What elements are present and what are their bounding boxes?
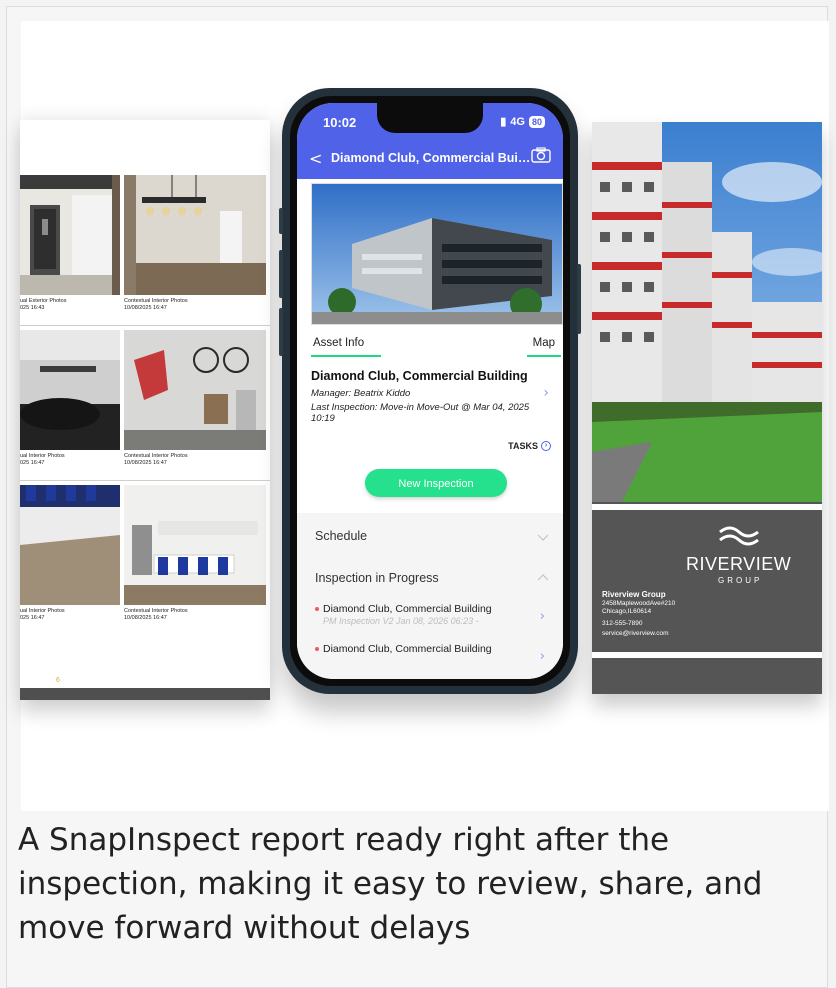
asset-tabs: Asset Info Map [311,335,561,357]
phone-bezel: 10:02 ▮ 4G 80 < Diamond Club, Commercial… [290,96,570,686]
phone-side-button [279,308,283,356]
report-photo-caption: ual Interior Photos 025 16:47 [20,608,65,621]
status-dot [315,607,319,611]
address-line-2: Chicago,IL60614 [602,608,652,615]
tab-underline [311,355,381,357]
item-subtitle: PM Inspection V2 Jan 08, 2026 06:23 - [323,616,479,626]
item-title: Diamond Club, Commercial Building [323,643,492,655]
report-photo-caption: Contextual Interior Photos 10/08/2025 16:… [124,453,188,466]
report-photo-interior-5 [124,485,266,605]
status-indicators: ▮ 4G 80 [500,115,545,128]
asset-name: Diamond Club, Commercial Building [311,369,528,383]
camera-icon[interactable] [531,147,551,163]
report-page-number: 6 [56,677,60,684]
in-progress-section[interactable]: Inspection in Progress [315,571,439,585]
phone-side-button [279,208,283,234]
tab-map[interactable]: Map [533,337,555,349]
phone-screen: 10:02 ▮ 4G 80 < Diamond Club, Commercial… [297,103,563,679]
chevron-right-icon[interactable]: › [543,385,549,401]
asset-manager: Manager: Beatrix Kiddo [311,388,411,399]
report-photo-caption: ual Exterior Photos 025 16:43 [20,298,67,311]
tasks-label: TASKS [508,441,538,451]
report-page: ual Exterior Photos 025 16:43 Contextual … [20,120,270,700]
status-dot [315,647,319,651]
riverview-logo-icon [719,526,759,546]
new-inspection-button[interactable]: New Inspection [365,469,507,497]
report-photo-interior-3 [124,330,266,450]
tasks-link[interactable]: TASKS › [508,441,551,451]
status-time: 10:02 [323,115,357,130]
brochure-building-photo [592,122,822,502]
back-icon[interactable]: < [309,149,322,168]
arrow-circle-icon: › [541,441,551,451]
phone-notch [377,103,483,133]
list-item[interactable]: Diamond Club, Commercial Building › [315,643,545,673]
phone-side-button [279,250,283,298]
schedule-section[interactable]: Schedule [315,529,367,543]
report-photo-interior-1 [124,175,266,295]
brochure-divider [592,652,822,658]
phone-side-button [577,264,581,334]
report-divider [20,325,270,326]
item-title: Diamond Club, Commercial Building [323,603,492,615]
report-photo-interior-2 [20,330,120,450]
company-name: Riverview Group [602,590,666,599]
brochure-page: RIVERVIEW GROUP Riverview Group 2458Mapl… [592,122,822,694]
contact-email: service@riverview.com [602,630,669,637]
tab-asset-info[interactable]: Asset Info [313,337,364,349]
signal-icon: ▮ [500,116,507,128]
report-footer-bar [20,688,270,700]
battery-icon: 80 [528,115,545,128]
page-title: Diamond Club, Commercial Build... [331,151,531,165]
chevron-up-icon[interactable] [537,571,549,583]
logo-wordmark: RIVERVIEW [686,554,792,574]
report-photo-caption: Contextual Interior Photos 10/08/2025 16:… [124,608,188,621]
network-label: 4G [510,115,525,128]
address-line-1: 2458MaplewoodAve#210 [602,600,676,607]
logo-subtitle: GROUP [718,576,763,585]
asset-photo [311,183,563,325]
phone-device: 10:02 ▮ 4G 80 < Diamond Club, Commercial… [279,88,581,694]
sections-panel: Schedule Inspection in Progress Diamond … [297,513,563,679]
image-caption: A SnapInspect report ready right after t… [18,822,763,946]
report-photo-caption: ual Interior Photos 025 16:47 [20,453,65,466]
list-item[interactable]: Diamond Club, Commercial Building PM Ins… [315,603,545,633]
report-photo-interior-4 [20,485,120,605]
chevron-right-icon: › [539,649,545,664]
contact-phone: 312-555-7890 [602,620,643,627]
report-divider [20,480,270,481]
report-photo-caption: Contextual Interior Photos 10/08/2025 16:… [124,298,188,311]
chevron-down-icon[interactable] [537,531,549,543]
brochure-divider [592,504,822,510]
chevron-right-icon: › [539,609,545,624]
last-inspection: Last Inspection: Move-in Move-Out @ Mar … [311,402,530,424]
report-photo-exterior [20,175,120,295]
app-header: 10:02 ▮ 4G 80 < Diamond Club, Commercial… [297,103,563,179]
tab-underline [527,355,561,357]
